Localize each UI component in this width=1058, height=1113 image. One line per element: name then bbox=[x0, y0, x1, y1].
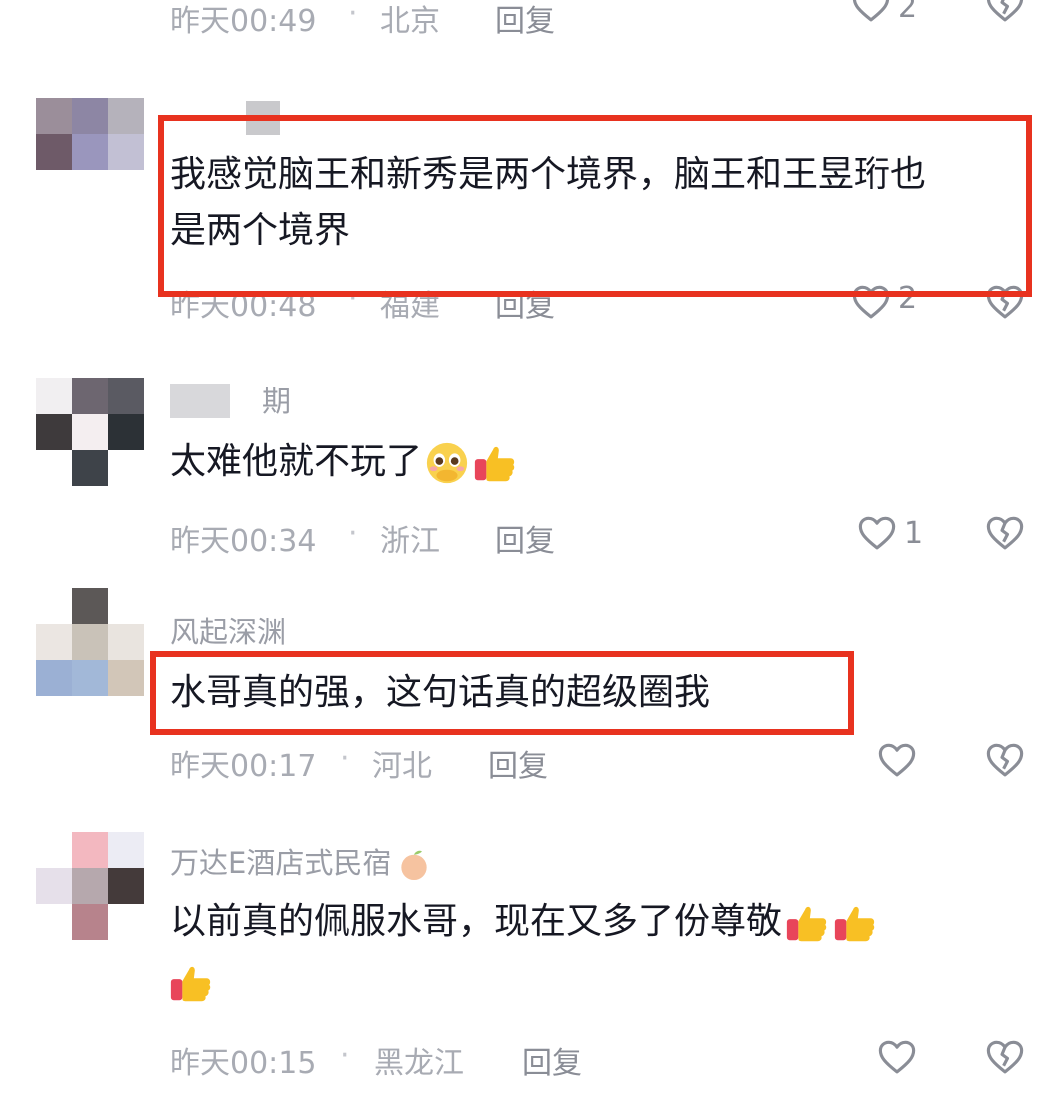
comment-text-line: 我感觉脑王和新秀是两个境界，脑王和王昱珩也 bbox=[170, 154, 927, 195]
like-heart-icon[interactable] bbox=[876, 1036, 918, 1078]
comment-time: 昨天00:15 bbox=[170, 1046, 317, 1081]
avatar[interactable] bbox=[36, 832, 144, 940]
reply-button[interactable]: 回复 bbox=[495, 516, 555, 560]
separator: · bbox=[348, 0, 358, 31]
username[interactable]: 期 bbox=[262, 378, 291, 420]
comment-text-line: 是两个境界 bbox=[170, 210, 351, 251]
separator: · bbox=[340, 1038, 350, 1073]
like-count: 2 bbox=[898, 281, 918, 316]
comment-text-line: 太难他就不玩了 bbox=[170, 441, 423, 482]
avatar[interactable] bbox=[36, 588, 144, 696]
separator: · bbox=[348, 516, 358, 551]
reply-button[interactable]: 回复 bbox=[522, 1038, 582, 1082]
reply-button[interactable]: 回复 bbox=[488, 741, 548, 785]
avatar[interactable] bbox=[36, 98, 144, 206]
separator: · bbox=[348, 281, 358, 316]
thumbs-up-icon bbox=[168, 960, 214, 1006]
comment-location: 浙江 bbox=[380, 524, 440, 559]
like-heart-icon[interactable] bbox=[850, 0, 892, 26]
comment-time: 昨天00:49 bbox=[170, 4, 317, 39]
like-count: 2 bbox=[898, 0, 918, 25]
comment-text: 以前真的佩服水哥，现在又多了份尊敬 bbox=[170, 894, 1000, 1010]
comment-time: 昨天00:34 bbox=[170, 524, 317, 559]
separator: · bbox=[340, 741, 350, 776]
comment-location: 黑龙江 bbox=[374, 1046, 464, 1081]
comment-text: 太难他就不玩了 bbox=[170, 434, 518, 490]
peach-icon bbox=[395, 846, 433, 884]
thumbs-up-icon bbox=[784, 900, 830, 946]
dislike-broken-heart-icon[interactable] bbox=[984, 281, 1026, 323]
username[interactable]: 万达E酒店式民宿 bbox=[170, 840, 433, 884]
comment-text-line: 水哥真的强，这句话真的超级圈我 bbox=[170, 672, 711, 713]
username-text: 万达E酒店式民宿 bbox=[170, 846, 392, 880]
like-heart-icon[interactable] bbox=[850, 281, 892, 323]
username[interactable]: 风起深渊 bbox=[170, 609, 286, 651]
comment-location: 河北 bbox=[372, 749, 432, 784]
comment-text: 我感觉脑王和新秀是两个境界，脑王和王昱珩也 是两个境界 bbox=[170, 147, 926, 259]
comment-location: 福建 bbox=[380, 289, 440, 324]
dislike-broken-heart-icon[interactable] bbox=[984, 739, 1026, 781]
comment-text: 水哥真的强，这句话真的超级圈我 bbox=[170, 665, 710, 721]
username-blurred bbox=[246, 101, 280, 135]
pleading-face-icon bbox=[424, 440, 470, 486]
like-heart-icon[interactable] bbox=[876, 739, 918, 781]
dislike-broken-heart-icon[interactable] bbox=[984, 1036, 1026, 1078]
avatar[interactable] bbox=[36, 378, 144, 486]
reply-button[interactable]: 回复 bbox=[495, 281, 555, 325]
comment-location: 北京 bbox=[380, 4, 440, 39]
comment-time: 昨天00:48 bbox=[170, 289, 317, 324]
thumbs-up-icon bbox=[832, 900, 878, 946]
dislike-broken-heart-icon[interactable] bbox=[984, 512, 1026, 554]
reply-button[interactable]: 回复 bbox=[495, 0, 555, 40]
username-blurred bbox=[170, 384, 230, 418]
like-count: 1 bbox=[904, 516, 924, 551]
dislike-broken-heart-icon[interactable] bbox=[984, 0, 1026, 26]
thumbs-up-icon bbox=[472, 440, 518, 486]
like-heart-icon[interactable] bbox=[856, 512, 898, 554]
comment-time: 昨天00:17 bbox=[170, 749, 317, 784]
comment-text-line: 以前真的佩服水哥，现在又多了份尊敬 bbox=[170, 901, 783, 942]
